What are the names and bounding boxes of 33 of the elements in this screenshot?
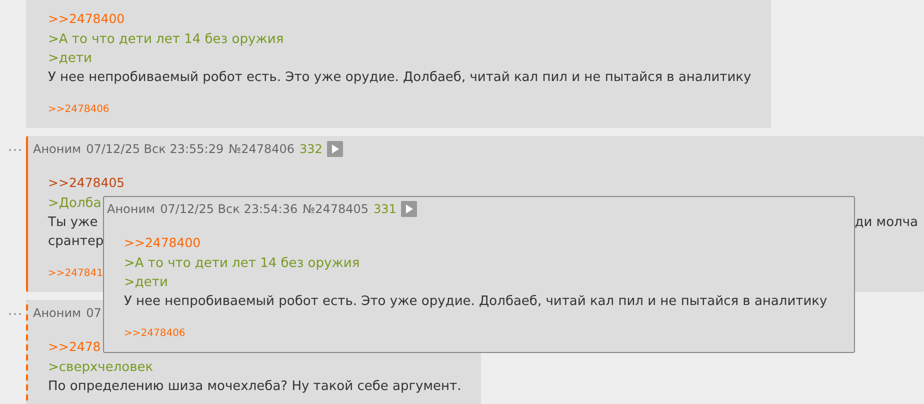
post-date: 07/12/25 Вск 23:55:29 xyxy=(86,142,224,156)
backlink[interactable]: >>2478406 xyxy=(124,328,186,339)
quote-text: >А то что дети лет 14 без оружия xyxy=(124,255,360,273)
backlink[interactable]: >>2478406 xyxy=(48,104,110,115)
post-text: У нее непробиваемый робот есть. Это уже орудие. Долбаеб, читай кал пил и не пытайся в аналитику xyxy=(124,293,828,311)
post-date: 07 xyxy=(86,306,102,320)
reply-link[interactable]: >>2478405 xyxy=(48,172,125,194)
post-author: Аноним xyxy=(33,142,82,156)
quote-text: >А то что дети лет 14 без оружия xyxy=(48,31,284,49)
backlink[interactable]: >>247841 xyxy=(48,268,103,279)
post-author: Аноним xyxy=(33,306,82,320)
post-text: По определению шиза мочехлеба? Ну такой себе аргумент. xyxy=(48,378,462,396)
post-number[interactable]: №2478405 xyxy=(302,202,369,216)
quote-text: >Долба xyxy=(48,195,102,213)
reply-link[interactable]: >>2478400 xyxy=(124,232,201,254)
quote-text: >дети xyxy=(124,274,168,292)
post-date: 07/12/25 Вск 23:54:36 xyxy=(160,202,298,216)
more-dots-icon[interactable] xyxy=(8,148,22,152)
quote-text: >сверхчеловек xyxy=(48,359,154,377)
post-count: 332 xyxy=(300,142,322,156)
post-text: ди молча xyxy=(854,214,918,232)
quote-text: >дети xyxy=(48,50,92,68)
reply-link[interactable]: >>2478 xyxy=(48,336,101,358)
play-icon[interactable] xyxy=(327,141,344,157)
post-number[interactable]: №2478406 xyxy=(228,142,295,156)
post-author: Аноним xyxy=(107,202,156,216)
post-text: срантер xyxy=(48,233,104,251)
play-icon[interactable] xyxy=(401,201,418,217)
post-text: Ты уже xyxy=(48,214,98,232)
reply-link[interactable]: >>2478400 xyxy=(48,8,125,30)
post-count: 331 xyxy=(374,202,396,216)
post-text: У нее непробиваемый робот есть. Это уже орудие. Долбаеб, читай кал пил и не пытайся в аналитику xyxy=(48,69,752,87)
more-dots-icon[interactable] xyxy=(8,312,22,316)
